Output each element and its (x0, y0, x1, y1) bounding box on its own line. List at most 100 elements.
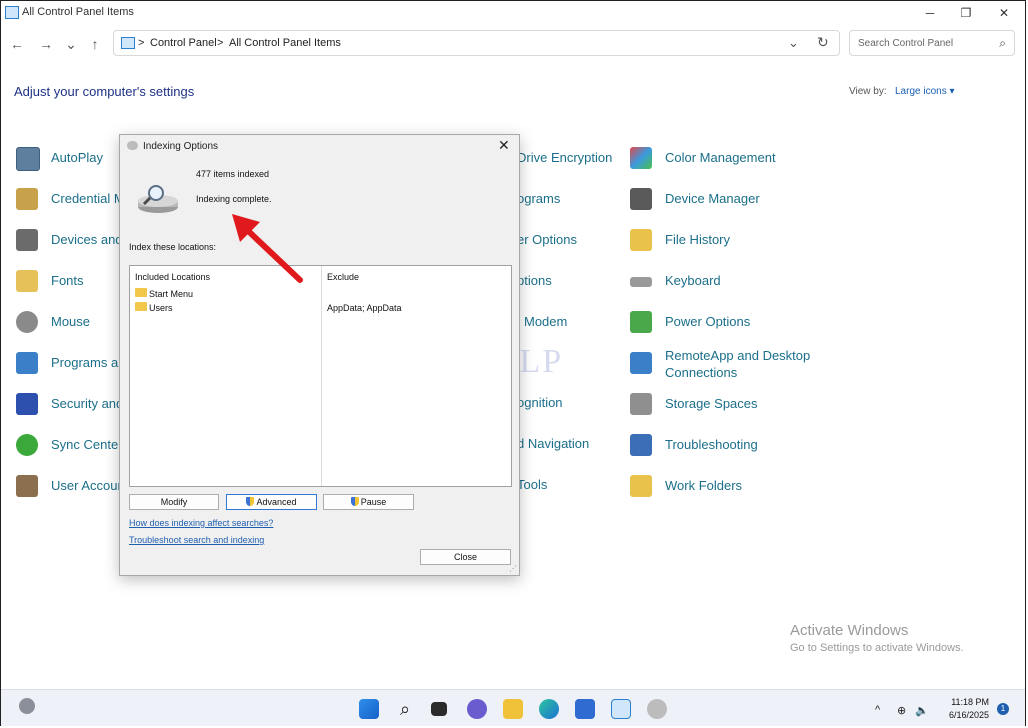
back-arrow-icon[interactable]: ← (6, 34, 28, 54)
window-title: All Control Panel Items (22, 6, 134, 18)
close-icon[interactable]: ✕ (498, 137, 510, 154)
pause-label: Pause (360, 497, 387, 507)
indexing-status: Indexing complete. (196, 194, 272, 204)
pause-button[interactable]: Pause (323, 494, 414, 510)
search-box[interactable]: Search Control Panel ⌕ (849, 30, 1015, 56)
locations-list[interactable]: Included Locations Exclude Start Menu Us… (129, 265, 512, 487)
breadcrumb-control-panel[interactable]: Control Panel (150, 37, 217, 49)
resize-grip-icon[interactable]: ⋰ (509, 564, 517, 573)
color-management-icon (630, 147, 652, 169)
store-icon[interactable] (575, 699, 595, 719)
advanced-button[interactable]: Advanced (226, 494, 317, 510)
close-button[interactable]: ✕ (987, 3, 1021, 23)
cp-item-label: Mouse (51, 314, 91, 329)
cp-item-speech-recognition[interactable]: ognition (517, 395, 563, 410)
minimize-button[interactable]: ─ (913, 3, 947, 23)
index-locations-label: Index these locations: (129, 242, 217, 252)
modify-button[interactable]: Modify (129, 494, 219, 510)
task-view-icon[interactable] (431, 702, 447, 716)
cp-item-internet-options[interactable]: ptions (517, 273, 552, 288)
view-by-value: Large icons (895, 86, 947, 97)
up-arrow-icon[interactable]: ↑ (84, 34, 106, 54)
magnifier-drive-icon (138, 185, 178, 213)
control-panel-taskbar-icon[interactable] (611, 699, 631, 719)
breadcrumb-all-items[interactable]: All Control Panel Items (229, 37, 341, 49)
cp-item-label: Storage Spaces (665, 396, 758, 411)
cp-item-label: RemoteApp and Desktop Connections (665, 348, 811, 380)
start-icon[interactable] (359, 699, 379, 719)
breadcrumb-separator: > (138, 37, 145, 49)
fonts-icon (16, 270, 38, 292)
taskbar: ⌕ ^ ⊕ 🔈 11:18 PM 6/16/2025 1 (1, 689, 1025, 726)
search-icon[interactable]: ⌕ (395, 699, 415, 719)
globe-icon[interactable]: ⊕ (897, 704, 906, 717)
address-dropdown-icon[interactable]: ⌄ (788, 35, 799, 51)
file-explorer-icon[interactable] (503, 699, 523, 719)
cp-item-label: Device Manager (665, 191, 760, 206)
search-icon[interactable]: ⌕ (999, 36, 1006, 51)
location-exclude: AppData; AppData (327, 303, 402, 313)
location-name: Start Menu (149, 289, 194, 299)
power-icon (630, 311, 652, 333)
cp-item-bitlocker[interactable]: Drive Encryption (517, 150, 612, 165)
indexing-taskbar-icon[interactable] (647, 699, 667, 719)
control-panel-icon (121, 37, 135, 49)
cp-item-taskbar-and-navigation[interactable]: d Navigation (517, 436, 589, 451)
page-title: Adjust your computer's settings (14, 84, 195, 99)
cp-item-label: Power Options (665, 314, 751, 329)
printer-icon (16, 229, 38, 251)
view-by-label: View by: (849, 86, 887, 97)
mouse-icon (16, 311, 38, 333)
search-input[interactable]: Search Control Panel (858, 38, 953, 49)
items-indexed-count: 477 items indexed (196, 169, 270, 179)
folder-icon (135, 288, 147, 297)
view-by-dropdown[interactable]: Large icons ▾ (895, 86, 955, 97)
users-icon (16, 475, 38, 497)
cp-item-file-explorer-options[interactable]: er Options (517, 232, 577, 247)
clock-date: 6/16/2025 (949, 710, 990, 720)
close-dialog-button[interactable]: Close (420, 549, 511, 565)
cp-item-label: Credential M (51, 191, 125, 206)
refresh-icon[interactable]: ↻ (817, 34, 829, 51)
cp-item-label: Work Folders (665, 478, 743, 493)
cp-item-label: User Accour (51, 478, 122, 493)
indexing-icon (127, 141, 138, 150)
cp-item-windows-tools[interactable]: Tools (517, 477, 547, 492)
dialog-title: Indexing Options (143, 141, 219, 152)
cp-item-label: File History (665, 232, 731, 247)
credential-manager-icon (16, 188, 38, 210)
remoteapp-icon (630, 352, 652, 374)
title-bar: All Control Panel Items ─ ❐ ✕ (1, 1, 1025, 25)
device-manager-icon (630, 188, 652, 210)
work-folders-icon (630, 475, 652, 497)
location-name: Users (149, 303, 173, 313)
chevron-down-icon: ▾ (949, 86, 955, 97)
address-bar[interactable]: > Control Panel > All Control Panel Item… (113, 30, 840, 56)
column-header-exclude[interactable]: Exclude (327, 272, 359, 282)
shield-icon (246, 497, 255, 506)
breadcrumb-separator: > (217, 37, 224, 49)
advanced-label: Advanced (256, 497, 297, 507)
cp-item-label: Keyboard (665, 273, 721, 288)
clock[interactable]: 11:18 PM 6/16/2025 (949, 696, 989, 722)
file-history-icon (630, 229, 652, 251)
maximize-button[interactable]: ❐ (949, 3, 983, 23)
column-header-included[interactable]: Included Locations (135, 272, 210, 282)
cp-item-label: Sync Center (51, 437, 123, 452)
indexing-help-link[interactable]: How does indexing affect searches? (129, 518, 273, 528)
chat-icon[interactable] (467, 699, 487, 719)
indexing-options-dialog: Indexing Options ✕ 477 items indexed Ind… (119, 134, 520, 576)
tray-chevron-icon[interactable]: ^ (875, 704, 880, 716)
forward-arrow-icon[interactable]: → (35, 34, 57, 54)
weather-icon[interactable] (19, 698, 35, 714)
recent-locations-icon[interactable]: ⌄ (60, 34, 82, 54)
edge-icon[interactable] (539, 699, 559, 719)
troubleshoot-link[interactable]: Troubleshoot search and indexing (129, 535, 264, 545)
programs-icon (16, 352, 38, 374)
volume-icon[interactable]: 🔈 (915, 704, 929, 717)
cp-item-default-programs[interactable]: ograms (517, 191, 560, 206)
column-divider (321, 266, 322, 486)
notification-badge[interactable]: 1 (997, 703, 1009, 715)
cp-item-phone-and-modem[interactable]: Modem (524, 314, 567, 329)
control-panel-icon (5, 6, 19, 19)
